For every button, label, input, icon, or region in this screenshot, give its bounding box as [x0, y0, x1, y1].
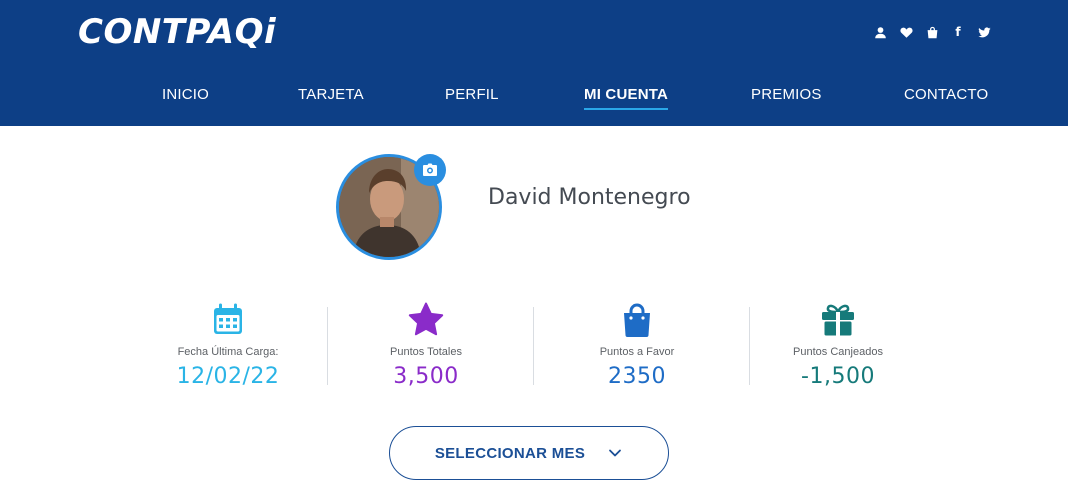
- user-name: David Montenegro: [488, 185, 691, 210]
- stat-total-points: Puntos Totales 3,500: [331, 300, 521, 389]
- stat-value: 2350: [608, 364, 666, 389]
- calendar-icon: [214, 303, 242, 334]
- logo-text: CONTPAQi: [78, 12, 277, 52]
- stat-last-load: Fecha Última Carga: 12/02/22: [133, 300, 323, 389]
- shopping-bag-icon: [624, 303, 650, 337]
- heart-icon[interactable]: [898, 24, 914, 40]
- gift-icon: [822, 304, 854, 336]
- stat-label: Fecha Última Carga:: [177, 346, 279, 358]
- nav-item-premios[interactable]: PREMIOS: [751, 86, 822, 103]
- stat-divider: [533, 307, 534, 385]
- stat-points-redeemed: Puntos Canjeados -1,500: [743, 300, 933, 389]
- nav-item-tarjeta[interactable]: TARJETA: [298, 86, 364, 103]
- site-header: CONTPAQi f INICIO TARJETA PERFIL MI CUEN…: [0, 0, 1068, 126]
- star-icon: [408, 302, 444, 336]
- contpaqi-logo[interactable]: CONTPAQi: [78, 12, 276, 52]
- stat-label: Puntos Totales: [390, 346, 462, 358]
- twitter-icon[interactable]: [976, 24, 992, 40]
- stat-points-favor: Puntos a Favor 2350: [542, 300, 732, 389]
- camera-icon[interactable]: [414, 154, 446, 186]
- stat-value: 12/02/22: [176, 364, 280, 389]
- nav-item-mi-cuenta[interactable]: MI CUENTA: [584, 86, 669, 110]
- profile-avatar-block: [336, 154, 446, 260]
- nav-item-inicio[interactable]: INICIO: [162, 86, 209, 103]
- stat-label: Puntos a Favor: [599, 346, 675, 358]
- stat-divider: [327, 307, 328, 385]
- stat-label: Puntos Canjeados: [793, 346, 883, 358]
- select-month-button[interactable]: SELECCIONAR MES: [389, 426, 669, 480]
- social-bar: f: [872, 22, 992, 42]
- stat-value: -1,500: [801, 364, 875, 389]
- stat-value: 3,500: [393, 364, 459, 389]
- nav-item-perfil[interactable]: PERFIL: [445, 86, 499, 103]
- user-icon[interactable]: [872, 24, 888, 40]
- chevron-down-icon: [609, 449, 622, 457]
- facebook-icon[interactable]: f: [950, 24, 966, 40]
- select-month-label: SELECCIONAR MES: [434, 444, 586, 462]
- bag-icon[interactable]: [924, 24, 940, 40]
- nav-item-contacto[interactable]: CONTACTO: [904, 86, 988, 103]
- main-nav: INICIO TARJETA PERFIL MI CUENTA PREMIOS …: [0, 86, 1068, 112]
